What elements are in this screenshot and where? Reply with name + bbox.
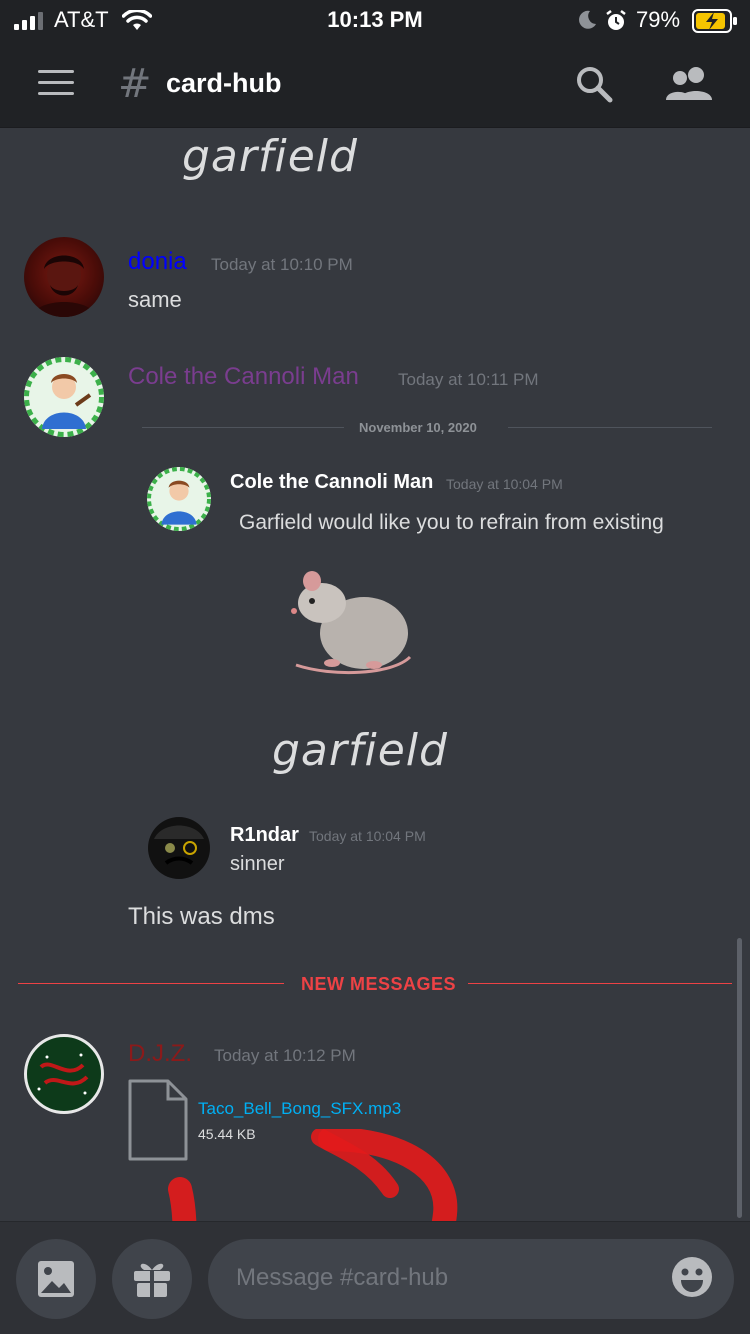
- gift-icon: [134, 1263, 170, 1297]
- timestamp: Today at 10:12 PM: [214, 1046, 356, 1065]
- author-name[interactable]: R1ndar: [230, 824, 299, 847]
- author-name[interactable]: Cole the Cannoli Man: [128, 363, 359, 391]
- timestamp: Today at 10:04 PM: [309, 828, 426, 844]
- image-icon: [38, 1261, 74, 1297]
- message-text: sinner: [230, 853, 285, 875]
- rat-emoji: [291, 571, 412, 675]
- new-messages-line-right: [468, 983, 732, 984]
- scrollbar[interactable]: [737, 938, 742, 1218]
- gift-button[interactable]: [112, 1239, 192, 1319]
- timestamp: Today at 10:10 PM: [211, 255, 353, 274]
- garfield-caption: garfield: [272, 725, 448, 776]
- message-composer: Message #card-hub: [0, 1221, 750, 1334]
- avatar[interactable]: [24, 357, 104, 437]
- red-circle-annotation: [168, 1129, 458, 1221]
- message-list[interactable]: garfield donia Today at 10:10 PM same Co…: [0, 129, 750, 1221]
- timestamp: Today at 10:04 PM: [446, 476, 563, 492]
- file-icon[interactable]: [128, 1079, 188, 1161]
- channel-title: card-hub: [166, 68, 282, 98]
- new-messages-line-left: [18, 983, 284, 984]
- search-icon[interactable]: [574, 64, 614, 104]
- battery-percent: 79%: [636, 7, 681, 32]
- date-divider-left: [142, 427, 344, 428]
- battery-icon: [692, 9, 737, 33]
- attachment-size: 45.44 KB: [198, 1126, 256, 1142]
- status-bar: AT&T 10:13 PM 79%: [0, 0, 750, 40]
- channel-header: # card-hub: [0, 40, 750, 128]
- image-upload-button[interactable]: [16, 1239, 96, 1319]
- new-messages-label: NEW MESSAGES: [301, 974, 457, 994]
- avatar[interactable]: [24, 237, 104, 317]
- message-input[interactable]: Message #card-hub: [208, 1239, 734, 1319]
- avatar[interactable]: [24, 1034, 104, 1114]
- emoji-icon[interactable]: [670, 1255, 714, 1299]
- menu-icon[interactable]: [38, 70, 74, 98]
- author-name[interactable]: donia: [128, 248, 187, 276]
- garfield-image-text: garfield: [182, 131, 358, 182]
- moon-icon: [579, 10, 596, 29]
- members-icon[interactable]: [664, 66, 714, 102]
- author-name[interactable]: D.J.Z.: [128, 1040, 192, 1068]
- hash-icon: #: [118, 61, 152, 107]
- author-name[interactable]: Cole the Cannoli Man: [230, 471, 433, 494]
- avatar[interactable]: [147, 467, 211, 531]
- message-text: Garfield would like you to refrain from …: [239, 511, 664, 534]
- date-divider-right: [508, 427, 712, 428]
- avatar[interactable]: [148, 817, 210, 879]
- attachment-link[interactable]: Taco_Bell_Bong_SFX.mp3: [198, 1099, 401, 1119]
- message-text: This was dms: [128, 903, 275, 930]
- alarm-icon: [606, 10, 626, 30]
- message-text: same: [128, 287, 182, 312]
- date-divider-label: November 10, 2020: [359, 420, 477, 435]
- message-input-placeholder: Message #card-hub: [236, 1264, 449, 1291]
- timestamp: Today at 10:11 PM: [398, 370, 539, 389]
